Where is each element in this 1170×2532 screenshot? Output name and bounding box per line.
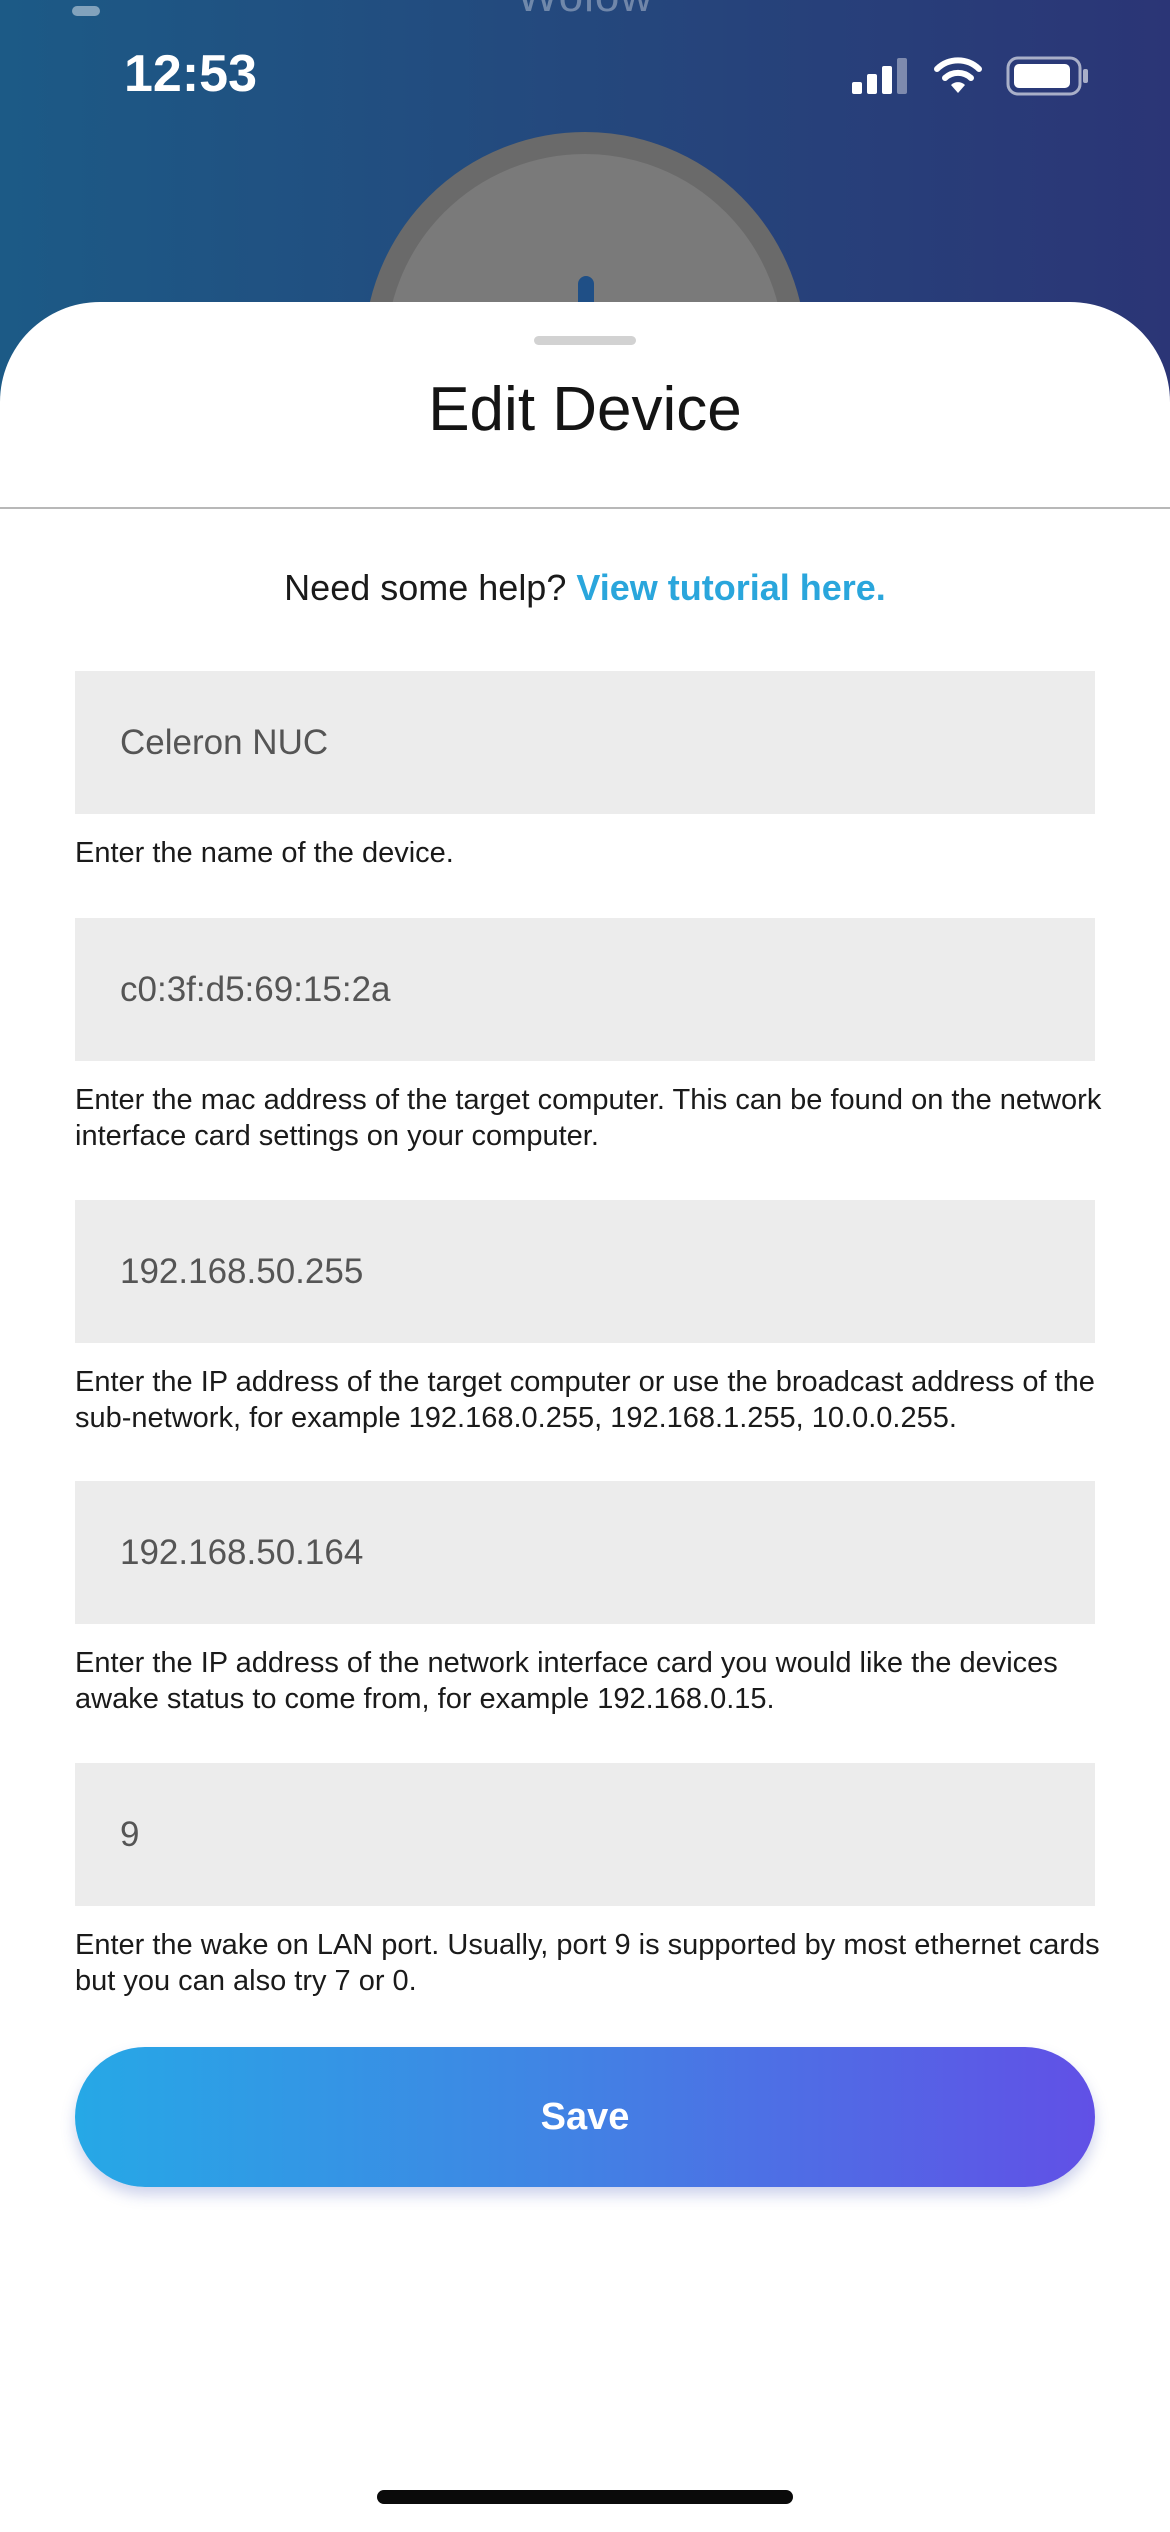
mac-address-hint: Enter the mac address of the target comp… — [75, 1084, 1102, 1152]
battery-icon — [1006, 56, 1088, 96]
app-title: Wolow — [0, 0, 1170, 22]
device-name-field[interactable]: Celeron NUC — [75, 671, 1095, 814]
wifi-icon — [934, 57, 982, 93]
save-button[interactable]: Save — [75, 2047, 1095, 2187]
sheet-title: Edit Device — [428, 375, 742, 444]
device-name-hint: Enter the name of the device. — [75, 837, 454, 869]
status-ip-field[interactable]: 192.168.50.164 — [75, 1481, 1095, 1624]
ip-address-hint: Enter the IP address of the target compu… — [75, 1366, 1095, 1434]
status-icons — [852, 56, 1090, 96]
port-hint: Enter the wake on LAN port. Usually, por… — [75, 1929, 1100, 1997]
help-row: Need some help? View tutorial here. — [0, 567, 1170, 609]
cellular-signal-icon — [852, 58, 907, 94]
home-indicator[interactable] — [377, 2490, 793, 2504]
tutorial-link[interactable]: View tutorial here. — [576, 567, 885, 608]
sheet-grabber[interactable] — [534, 336, 636, 345]
status-time: 12:53 — [124, 45, 257, 103]
title-divider — [0, 507, 1170, 509]
help-text: Need some help? — [284, 567, 567, 608]
port-field[interactable]: 9 — [75, 1763, 1095, 1906]
ip-address-field[interactable]: 192.168.50.255 — [75, 1200, 1095, 1343]
status-ip-hint: Enter the IP address of the network inte… — [75, 1647, 1058, 1715]
mac-address-field[interactable]: c0:3f:d5:69:15:2a — [75, 918, 1095, 1061]
